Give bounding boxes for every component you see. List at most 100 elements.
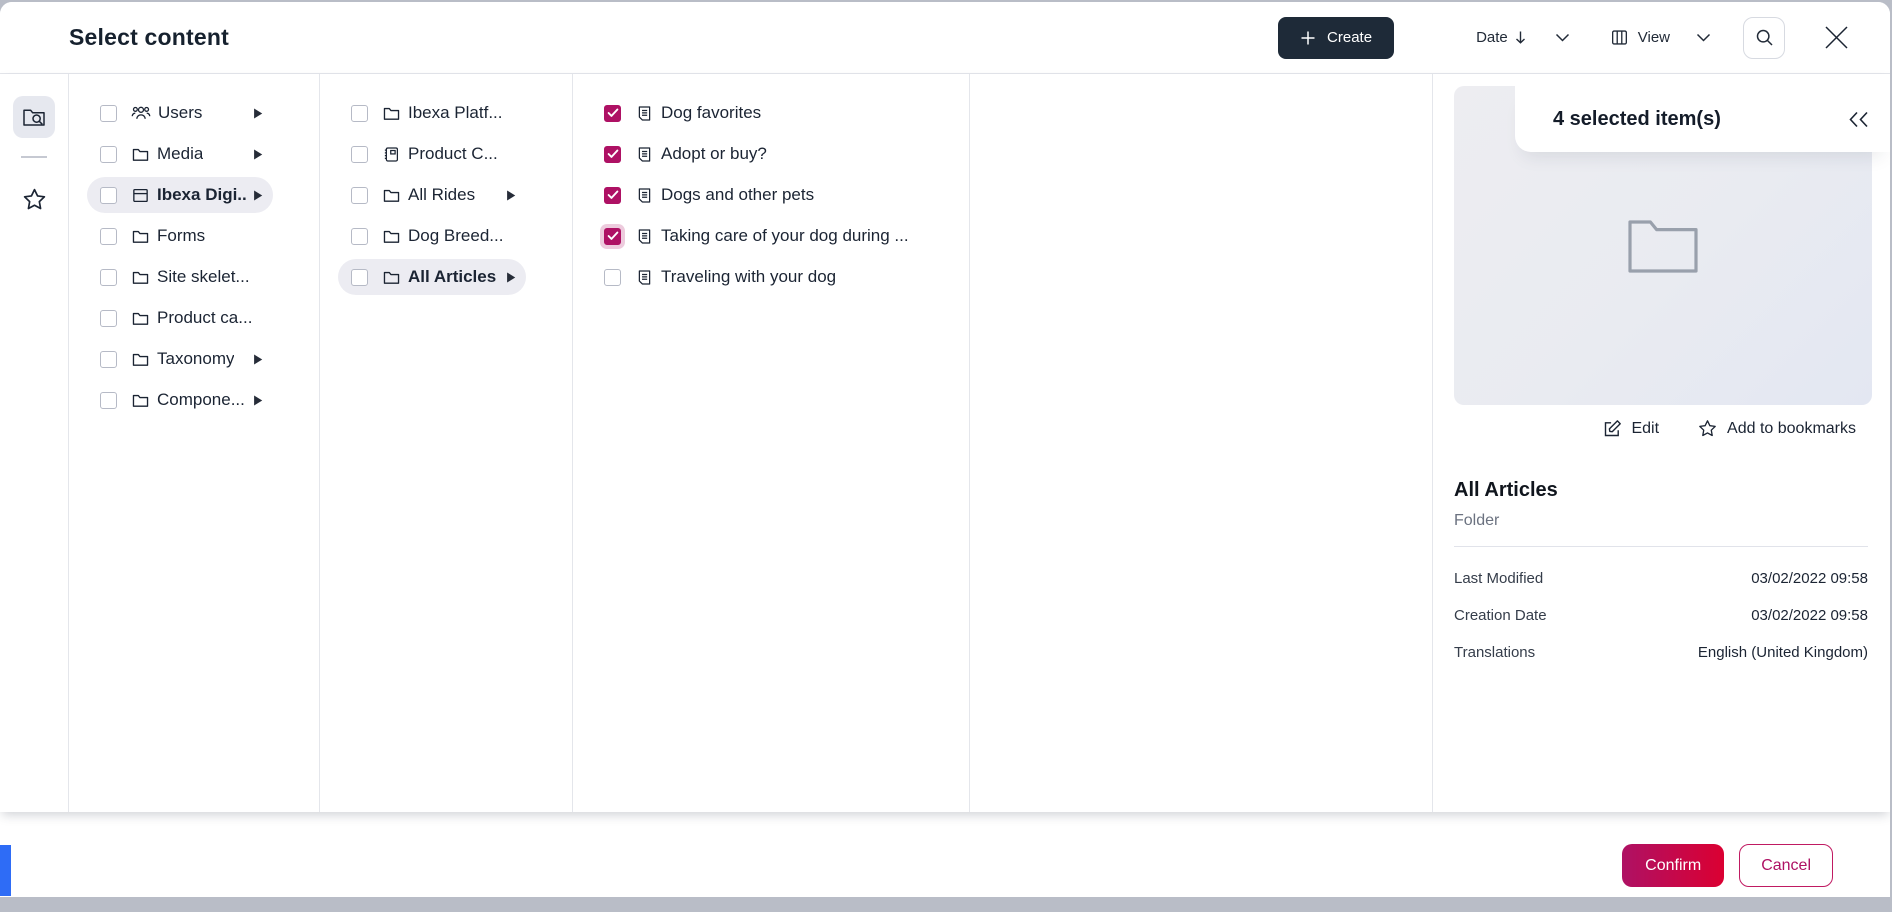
item-checkbox[interactable] <box>351 187 368 204</box>
item-label: Dog Breed... <box>408 226 503 246</box>
selected-item-type: Folder <box>1454 512 1499 530</box>
bookmarks-tab-button[interactable] <box>13 178 55 220</box>
edit-icon <box>1602 419 1622 439</box>
item-checkbox-checked[interactable] <box>604 187 621 204</box>
page-edge-strip <box>0 845 11 896</box>
meta-label: Translations <box>1454 644 1535 661</box>
item-label: Ibexa Platf... <box>408 103 503 123</box>
tree-item[interactable]: Taxonomy <box>87 341 273 377</box>
selected-count: 4 selected item(s) <box>1553 108 1721 131</box>
tree-item[interactable]: Site skelet... <box>87 259 273 295</box>
tree-item[interactable]: Dogs and other pets <box>591 177 949 213</box>
users-icon <box>131 103 151 123</box>
expand-caret-icon[interactable] <box>246 190 263 201</box>
folder-icon <box>382 104 401 123</box>
view-switcher-dropdown[interactable]: View <box>1610 28 1711 47</box>
sort-descending-icon <box>1514 30 1527 45</box>
modal-footer: Confirm Cancel <box>0 812 1890 897</box>
folder-icon <box>131 309 150 328</box>
article-icon <box>635 104 654 123</box>
expand-caret-icon[interactable] <box>499 272 516 283</box>
tree-column-1: Users Media Ibexa Digi... Forms Site skelet.… <box>69 74 320 812</box>
browse-tab-button[interactable] <box>13 96 55 138</box>
tree-item[interactable]: All Rides <box>338 177 526 213</box>
item-checkbox[interactable] <box>100 392 117 409</box>
tree-item[interactable]: Users <box>87 95 273 131</box>
meta-value: 03/02/2022 09:58 <box>1751 570 1868 587</box>
item-checkbox-checked[interactable] <box>604 146 621 163</box>
expand-caret-icon[interactable] <box>246 395 263 406</box>
folder-icon <box>382 227 401 246</box>
item-label: Forms <box>157 226 205 246</box>
tree-item[interactable]: Taking care of your dog during ... <box>591 218 949 254</box>
cancel-button[interactable]: Cancel <box>1739 844 1833 887</box>
tree-item[interactable]: Compone... <box>87 382 273 418</box>
tree-item[interactable]: Adopt or buy? <box>591 136 949 172</box>
close-icon[interactable] <box>1821 22 1852 53</box>
sort-label: Date <box>1476 29 1508 46</box>
modal-header: Select content Create Date <box>0 2 1890 74</box>
tree-item[interactable]: Product C... <box>338 136 526 172</box>
item-checkbox[interactable] <box>351 146 368 163</box>
tree-item[interactable]: Dog Breed... <box>338 218 526 254</box>
header-actions: Create Date View <box>1278 17 1852 59</box>
item-checkbox[interactable] <box>351 228 368 245</box>
item-checkbox[interactable] <box>100 351 117 368</box>
meta-row-translations: Translations English (United Kingdom) <box>1454 634 1868 671</box>
star-icon <box>21 186 48 213</box>
item-label: Product C... <box>408 144 498 164</box>
selection-summary: 4 selected item(s) <box>1515 86 1890 152</box>
search-button[interactable] <box>1743 17 1785 59</box>
tree-item[interactable]: Ibexa Digi... <box>87 177 273 213</box>
item-checkbox[interactable] <box>351 269 368 286</box>
tree-column-3: Dog favorites Adopt or buy? Dogs and other… <box>573 74 970 812</box>
collapse-panel-icon[interactable] <box>1847 111 1870 128</box>
article-icon <box>635 268 654 287</box>
tree-item[interactable]: Forms <box>87 218 273 254</box>
item-label: Users <box>158 103 202 123</box>
sort-by-date-dropdown[interactable]: Date <box>1476 29 1570 46</box>
star-icon <box>1697 418 1718 439</box>
item-checkbox[interactable] <box>100 228 117 245</box>
tree-item[interactable]: Media <box>87 136 273 172</box>
meta-row-last-modified: Last Modified 03/02/2022 09:58 <box>1454 560 1868 597</box>
confirm-button[interactable]: Confirm <box>1622 844 1724 887</box>
tree-column-4 <box>970 74 1433 812</box>
item-label: Compone... <box>157 390 245 410</box>
panel-actions: Edit Add to bookmarks <box>1602 418 1856 439</box>
item-checkbox-checked[interactable] <box>604 228 621 245</box>
tree-column-2: Ibexa Platf... Product C... All Rides Dog B… <box>320 74 573 812</box>
tree-item[interactable]: Product ca... <box>87 300 273 336</box>
plus-icon <box>1300 30 1316 46</box>
item-checkbox[interactable] <box>100 187 117 204</box>
expand-caret-icon[interactable] <box>246 108 263 119</box>
item-label: Dog favorites <box>661 103 761 123</box>
tree-item[interactable]: All Articles <box>338 259 526 295</box>
item-checkbox[interactable] <box>604 269 621 286</box>
meta-label: Creation Date <box>1454 607 1547 624</box>
expand-caret-icon[interactable] <box>246 149 263 160</box>
create-button[interactable]: Create <box>1278 17 1394 59</box>
expand-caret-icon[interactable] <box>499 190 516 201</box>
item-checkbox-checked[interactable] <box>604 105 621 122</box>
left-rail <box>0 74 69 812</box>
add-to-bookmarks-button[interactable]: Add to bookmarks <box>1697 418 1856 439</box>
expand-caret-icon[interactable] <box>246 354 263 365</box>
item-checkbox[interactable] <box>100 105 117 122</box>
folder-icon <box>131 145 150 164</box>
tree-item[interactable]: Dog favorites <box>591 95 949 131</box>
item-label: Site skelet... <box>157 267 250 287</box>
meta-label: Last Modified <box>1454 570 1543 587</box>
item-checkbox[interactable] <box>351 105 368 122</box>
meta-row-creation-date: Creation Date 03/02/2022 09:58 <box>1454 597 1868 634</box>
item-checkbox[interactable] <box>100 310 117 327</box>
folder-icon <box>382 268 401 287</box>
item-checkbox[interactable] <box>100 269 117 286</box>
screen: Select content Create Date <box>0 0 1892 912</box>
item-checkbox[interactable] <box>100 146 117 163</box>
tree-item[interactable]: Ibexa Platf... <box>338 95 526 131</box>
edit-button[interactable]: Edit <box>1602 418 1659 439</box>
article-icon <box>635 227 654 246</box>
tree-item[interactable]: Traveling with your dog <box>591 259 949 295</box>
item-label: Product ca... <box>157 308 252 328</box>
